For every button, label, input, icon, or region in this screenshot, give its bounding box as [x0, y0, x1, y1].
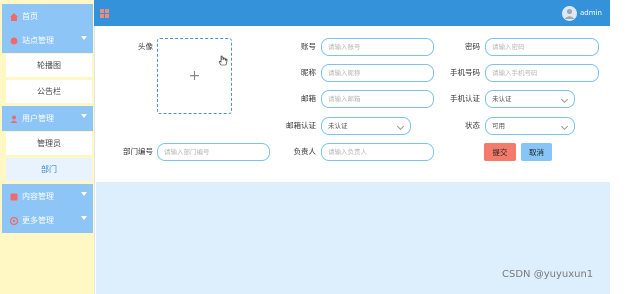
account-label: 账号 [301, 42, 316, 51]
sidebar-item-label: 首页 [22, 12, 38, 21]
sidebar-subitem-label: 公告栏 [37, 87, 61, 96]
sidebar-item-site[interactable]: 站点管理 [2, 28, 93, 53]
sidebar-item-label: 内容管理 [22, 192, 54, 201]
sidebar-subitem-carousel[interactable]: 轮播图 [6, 54, 92, 77]
content-icon [10, 193, 18, 201]
sidebar-item-label: 站点管理 [22, 36, 54, 45]
dept-no-label: 部门编号 [123, 147, 153, 156]
password-input[interactable]: 请输入密码 [485, 38, 599, 56]
password-label: 密码 [465, 42, 480, 51]
top-bar: admin [94, 0, 610, 26]
sidebar-subitem-admin[interactable]: 管理员 [6, 132, 92, 155]
chevron-down-icon [81, 114, 87, 118]
more-icon [9, 216, 19, 225]
email-verify-select[interactable]: 未认证 [321, 117, 411, 135]
nickname-input[interactable]: 请输入昵称 [321, 64, 434, 82]
sidebar-item-more[interactable]: 更多管理 [2, 208, 93, 233]
home-icon [10, 12, 18, 21]
sidebar-subitem-label: 部门 [41, 165, 57, 174]
owner-label: 负责人 [293, 147, 317, 156]
site-icon [10, 37, 18, 45]
sidebar-item-label: 更多管理 [22, 216, 54, 225]
avatar-label: 头像 [138, 42, 153, 51]
account-input[interactable]: 请输入账号 [321, 38, 434, 56]
cancel-button[interactable]: 取消 [521, 143, 552, 161]
watermark: CSDN @yuyuxun1 [502, 269, 594, 280]
phone-input[interactable]: 请输入手机号码 [485, 64, 599, 82]
email-label: 邮箱 [301, 94, 316, 103]
sidebar-subitem-label: 轮播图 [37, 61, 61, 70]
submit-button[interactable]: 提交 [484, 143, 516, 161]
username[interactable]: admin [580, 9, 602, 17]
sidebar-item-home[interactable]: 首页 [2, 4, 93, 29]
sidebar-item-content[interactable]: 内容管理 [2, 184, 93, 209]
chevron-down-icon [81, 192, 87, 196]
nickname-label: 昵称 [301, 68, 316, 77]
sidebar: 首页 站点管理 轮播图 公告栏 用户管理 管理员 部门 内容管理 更多管理 [0, 0, 95, 294]
sidebar-item-label: 用户管理 [22, 114, 54, 123]
email-input[interactable]: 请输入邮箱 [321, 90, 434, 108]
sidebar-subitem-dept[interactable]: 部门 [6, 158, 92, 181]
phone-verify-label: 手机认证 [450, 94, 480, 103]
pointer-cursor-icon [218, 55, 228, 66]
phone-label: 手机号码 [450, 68, 480, 77]
avatar[interactable] [562, 6, 577, 21]
chevron-down-icon [81, 36, 87, 40]
user-icon [10, 115, 18, 123]
avatar-uploader[interactable]: + [157, 38, 232, 114]
sidebar-item-users[interactable]: 用户管理 [2, 106, 93, 131]
plus-icon: + [188, 68, 201, 84]
owner-input[interactable]: 请输入负责人 [321, 143, 434, 161]
grid-menu-icon[interactable] [100, 9, 110, 19]
dept-no-input[interactable]: 请输入部门编号 [157, 143, 270, 161]
phone-verify-select[interactable]: 未认证 [485, 90, 575, 108]
status-label: 状态 [465, 121, 480, 130]
sidebar-subitem-label: 管理员 [37, 139, 61, 148]
page-margin [610, 0, 626, 294]
chevron-down-icon [81, 216, 87, 220]
sidebar-subitem-notice[interactable]: 公告栏 [6, 80, 92, 103]
email-verify-label: 邮箱认证 [286, 121, 316, 130]
status-select[interactable]: 可用 [485, 117, 575, 135]
